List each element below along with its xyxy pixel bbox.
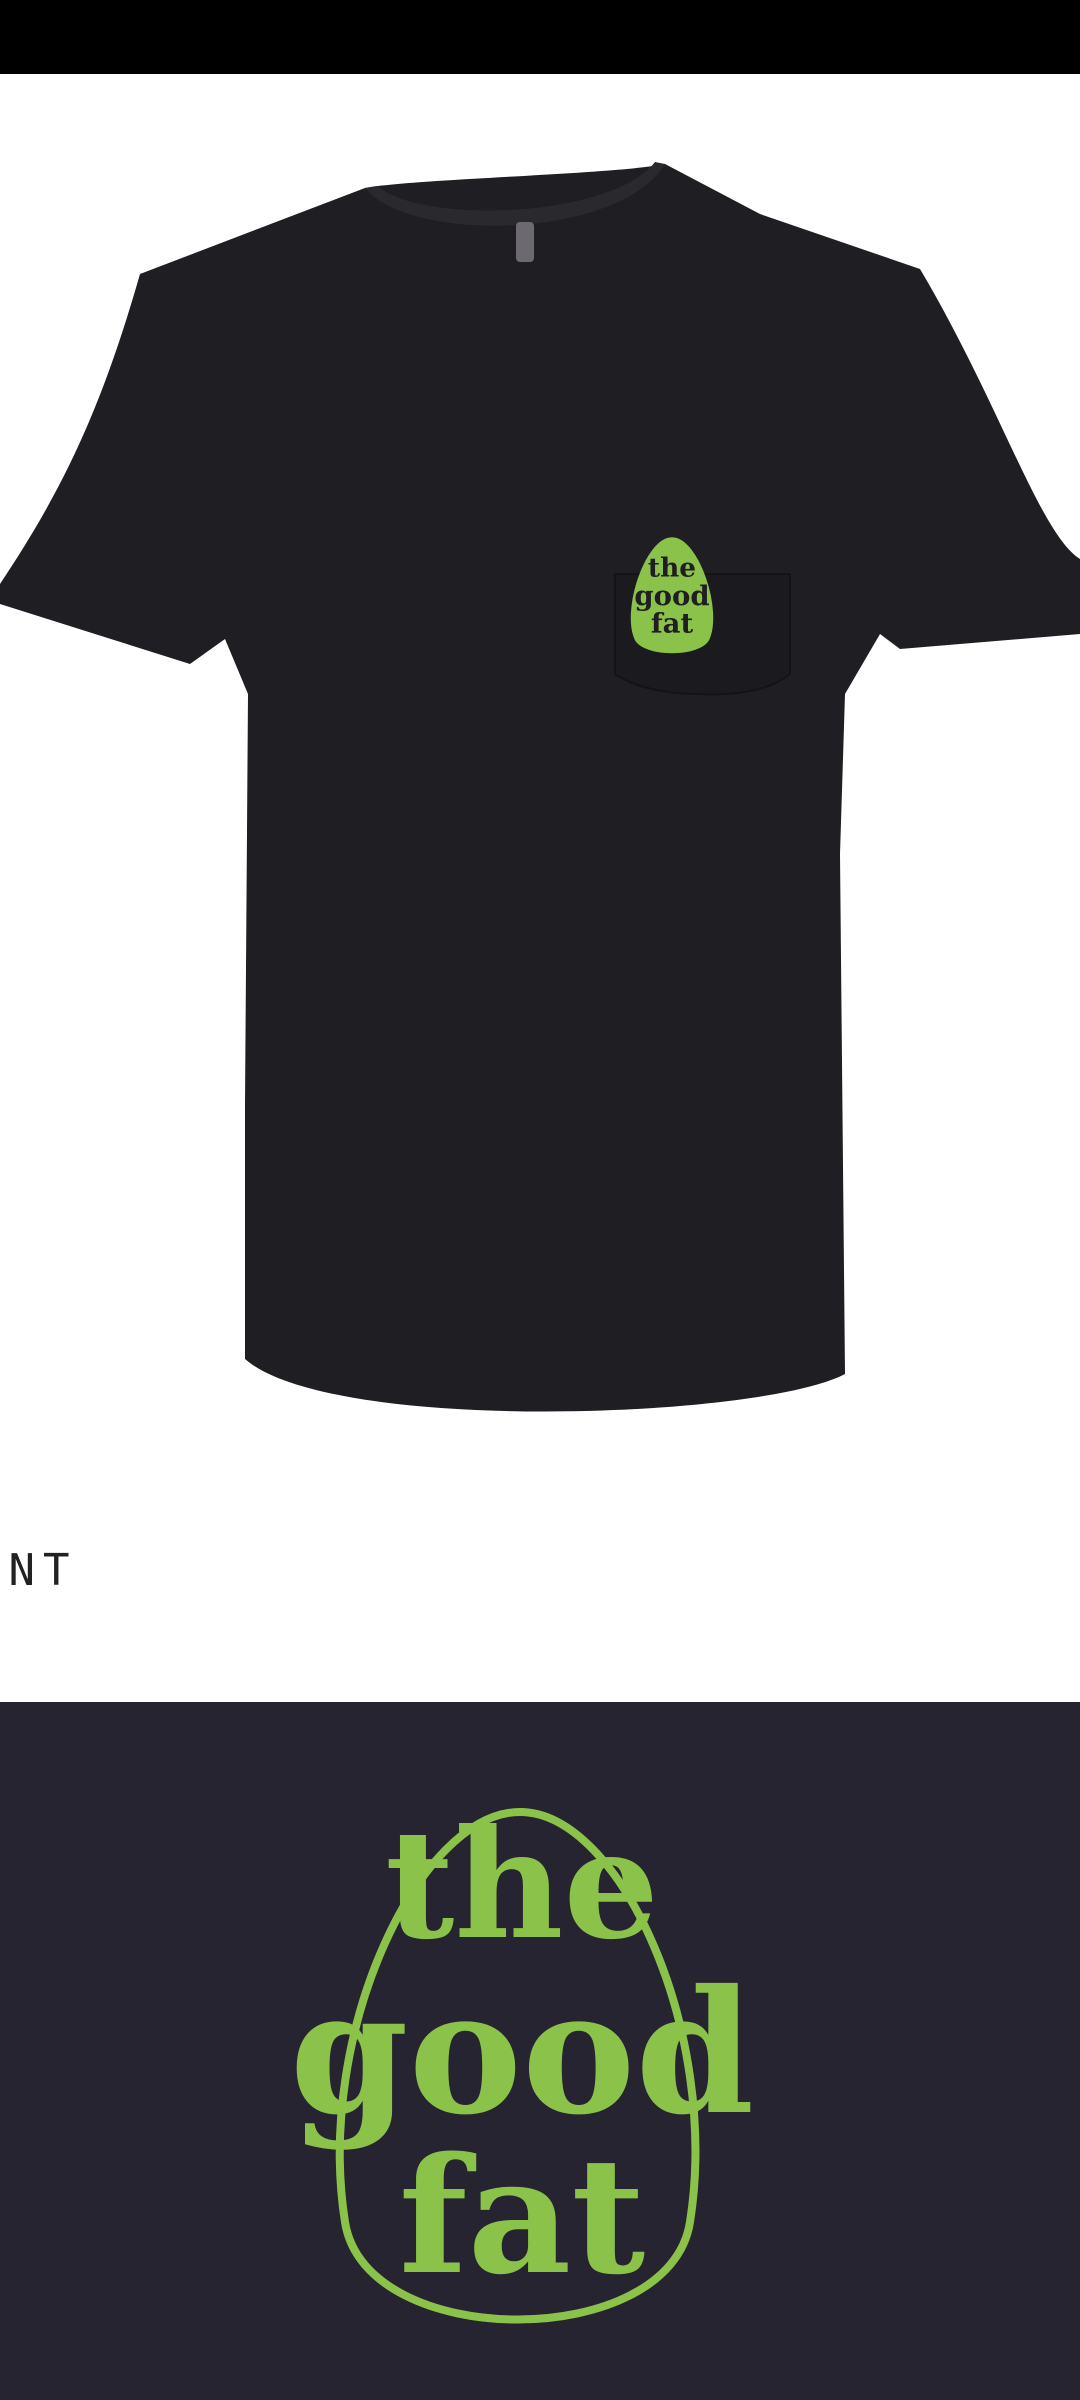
design-preview-panel: the good fat <box>0 1702 1080 2400</box>
design-word-the: the <box>385 1797 659 1973</box>
product-image: the good fat <box>0 162 1080 1412</box>
design-logo-icon: the good fat <box>290 1797 754 2324</box>
top-status-bar <box>0 0 1080 74</box>
svg-text:the: the <box>648 552 696 583</box>
design-word-fat: fat <box>399 2122 646 2310</box>
view-label: ONT <box>0 1545 78 1596</box>
neck-tag-icon <box>516 222 534 262</box>
tshirt-shape <box>0 164 1080 1412</box>
svg-text:fat: fat <box>651 608 694 640</box>
svg-text:good: good <box>634 580 709 612</box>
